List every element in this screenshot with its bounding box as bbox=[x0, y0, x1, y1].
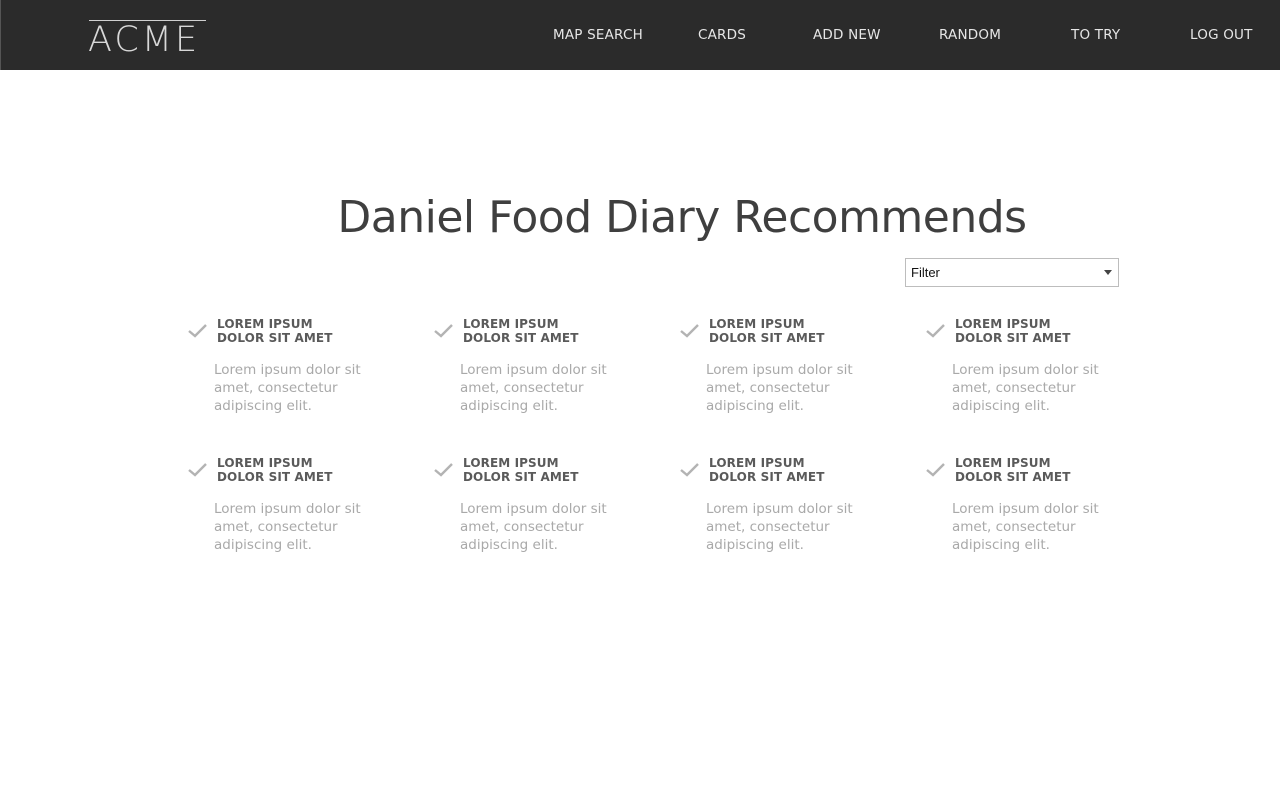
item-description: Lorem ipsum dolor sit amet, consectetur … bbox=[706, 362, 853, 414]
recommendation-item[interactable]: LOREM IPSUM DOLOR SIT AMET Lorem ipsum d… bbox=[926, 456, 1126, 572]
nav-add-new[interactable]: ADD NEW bbox=[813, 26, 881, 44]
item-heading-line-2: DOLOR SIT AMET bbox=[217, 470, 333, 484]
check-icon bbox=[434, 324, 453, 338]
item-heading: LOREM IPSUM DOLOR SIT AMET bbox=[955, 317, 1125, 345]
nav-to-try[interactable]: TO TRY bbox=[1071, 26, 1120, 44]
item-description: Lorem ipsum dolor sit amet, consectetur … bbox=[460, 501, 607, 553]
check-icon bbox=[926, 463, 945, 477]
item-heading-line-1: LOREM IPSUM bbox=[463, 317, 559, 331]
item-heading: LOREM IPSUM DOLOR SIT AMET bbox=[709, 456, 879, 484]
item-heading-line-1: LOREM IPSUM bbox=[955, 456, 1051, 470]
item-heading-line-1: LOREM IPSUM bbox=[955, 317, 1051, 331]
check-icon bbox=[680, 324, 699, 338]
filter-select[interactable]: Filter bbox=[905, 258, 1119, 287]
recommendation-item[interactable]: LOREM IPSUM DOLOR SIT AMET Lorem ipsum d… bbox=[926, 317, 1126, 433]
chevron-down-icon bbox=[1104, 270, 1112, 275]
item-heading-line-1: LOREM IPSUM bbox=[217, 456, 313, 470]
item-description: Lorem ipsum dolor sit amet, consectetur … bbox=[460, 362, 607, 414]
nav-cards[interactable]: CARDS bbox=[698, 26, 746, 44]
item-heading-line-2: DOLOR SIT AMET bbox=[955, 331, 1071, 345]
nav-log-out[interactable]: LOG OUT bbox=[1190, 26, 1253, 44]
item-heading: LOREM IPSUM DOLOR SIT AMET bbox=[217, 456, 387, 484]
top-navigation-bar: ACME MAP SEARCH CARDS ADD NEW RANDOM TO … bbox=[0, 0, 1280, 70]
recommendation-item[interactable]: LOREM IPSUM DOLOR SIT AMET Lorem ipsum d… bbox=[188, 456, 388, 572]
item-description: Lorem ipsum dolor sit amet, consectetur … bbox=[706, 501, 853, 553]
recommendation-item[interactable]: LOREM IPSUM DOLOR SIT AMET Lorem ipsum d… bbox=[434, 317, 634, 433]
item-heading: LOREM IPSUM DOLOR SIT AMET bbox=[955, 456, 1125, 484]
item-heading-line-1: LOREM IPSUM bbox=[217, 317, 313, 331]
item-heading-line-2: DOLOR SIT AMET bbox=[217, 331, 333, 345]
page-title: Daniel Food Diary Recommends bbox=[337, 192, 1027, 243]
check-icon bbox=[434, 463, 453, 477]
item-heading-line-1: LOREM IPSUM bbox=[463, 456, 559, 470]
item-heading-line-2: DOLOR SIT AMET bbox=[463, 470, 579, 484]
item-heading: LOREM IPSUM DOLOR SIT AMET bbox=[463, 317, 633, 345]
recommendation-item[interactable]: LOREM IPSUM DOLOR SIT AMET Lorem ipsum d… bbox=[188, 317, 388, 433]
item-heading-line-2: DOLOR SIT AMET bbox=[955, 470, 1071, 484]
item-heading-line-2: DOLOR SIT AMET bbox=[709, 331, 825, 345]
nav-random[interactable]: RANDOM bbox=[939, 26, 1001, 44]
nav-map-search[interactable]: MAP SEARCH bbox=[553, 26, 643, 44]
recommendation-item[interactable]: LOREM IPSUM DOLOR SIT AMET Lorem ipsum d… bbox=[680, 456, 880, 572]
item-heading-line-1: LOREM IPSUM bbox=[709, 456, 805, 470]
item-description: Lorem ipsum dolor sit amet, consectetur … bbox=[952, 362, 1099, 414]
check-icon bbox=[680, 463, 699, 477]
filter-selected-value: Filter bbox=[911, 265, 940, 280]
logo-text: ACME bbox=[88, 20, 201, 60]
recommendation-item[interactable]: LOREM IPSUM DOLOR SIT AMET Lorem ipsum d… bbox=[680, 317, 880, 433]
item-heading: LOREM IPSUM DOLOR SIT AMET bbox=[709, 317, 879, 345]
item-heading: LOREM IPSUM DOLOR SIT AMET bbox=[217, 317, 387, 345]
check-icon bbox=[926, 324, 945, 338]
item-heading-line-2: DOLOR SIT AMET bbox=[709, 470, 825, 484]
item-heading-line-2: DOLOR SIT AMET bbox=[463, 331, 579, 345]
check-icon bbox=[188, 324, 207, 338]
item-description: Lorem ipsum dolor sit amet, consectetur … bbox=[214, 362, 361, 414]
acme-logo[interactable]: ACME bbox=[88, 20, 206, 60]
item-heading: LOREM IPSUM DOLOR SIT AMET bbox=[463, 456, 633, 484]
item-description: Lorem ipsum dolor sit amet, consectetur … bbox=[214, 501, 361, 553]
recommendation-item[interactable]: LOREM IPSUM DOLOR SIT AMET Lorem ipsum d… bbox=[434, 456, 634, 572]
item-heading-line-1: LOREM IPSUM bbox=[709, 317, 805, 331]
check-icon bbox=[188, 463, 207, 477]
item-description: Lorem ipsum dolor sit amet, consectetur … bbox=[952, 501, 1099, 553]
